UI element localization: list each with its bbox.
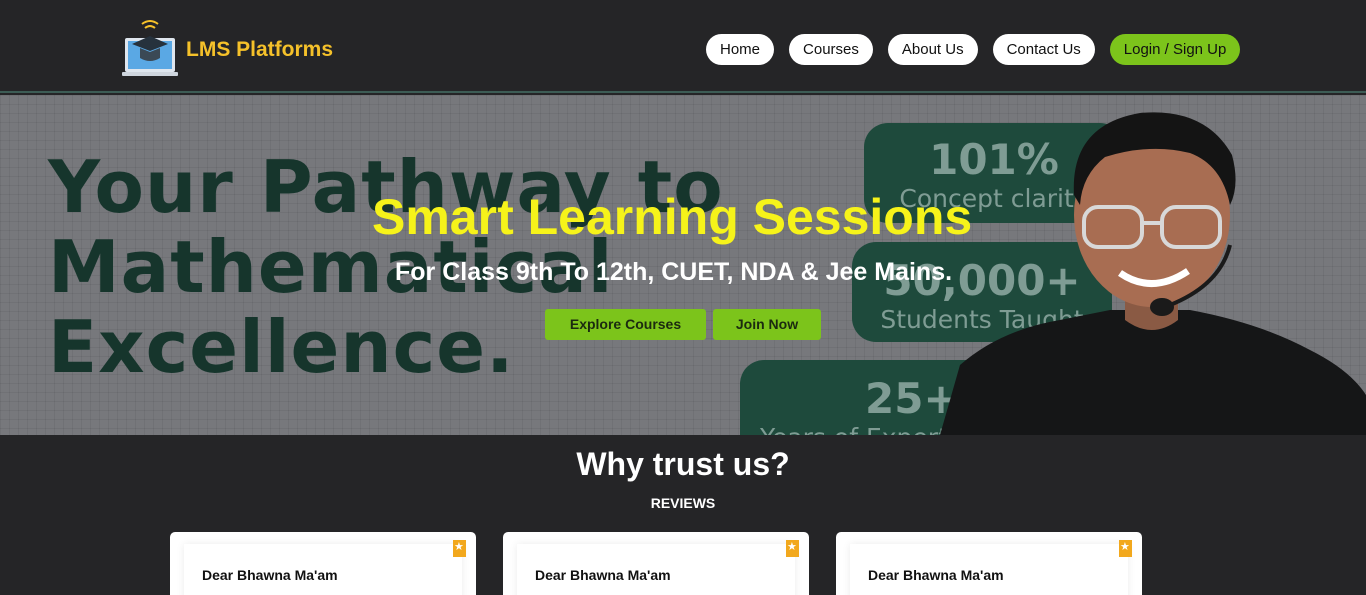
hero-banner: Your Pathway to Mathematical Excellence.… — [0, 95, 1366, 435]
laptop-graduation-cap-icon — [120, 18, 180, 78]
review-card: Dear Bhawna Ma'am — [836, 532, 1142, 595]
explore-courses-button[interactable]: Explore Courses — [545, 309, 706, 340]
nav-home-button[interactable]: Home — [706, 34, 775, 65]
brand-name: LMS Platforms — [186, 38, 334, 61]
nav-contact-button[interactable]: Contact Us — [992, 34, 1095, 65]
hero-actions: Explore Courses Join Now — [545, 309, 821, 340]
hero-subtitle: For Class 9th To 12th, CUET, NDA & Jee M… — [395, 258, 953, 286]
bookmark-star-icon — [1119, 540, 1132, 557]
reviews-label: REVIEWS — [650, 495, 716, 511]
join-now-button[interactable]: Join Now — [713, 309, 821, 340]
bookmark-star-icon — [786, 540, 799, 557]
instructor-photo — [940, 112, 1366, 435]
nav-courses-button[interactable]: Courses — [789, 34, 873, 65]
main-nav: Home Courses About Us Contact Us Login /… — [706, 34, 1241, 65]
hero-title: Smart Learning Sessions — [372, 189, 973, 245]
review-card: Dear Bhawna Ma'am — [503, 532, 809, 595]
nav-about-button[interactable]: About Us — [887, 34, 978, 65]
review-greeting: Dear Bhawna Ma'am — [535, 567, 671, 583]
bookmark-star-icon — [453, 540, 466, 557]
review-greeting: Dear Bhawna Ma'am — [202, 567, 338, 583]
login-signup-button[interactable]: Login / Sign Up — [1109, 34, 1241, 65]
review-greeting: Dear Bhawna Ma'am — [868, 567, 1004, 583]
review-card: Dear Bhawna Ma'am — [170, 532, 476, 595]
brand[interactable]: LMS Platforms — [120, 18, 333, 78]
site-header: LMS Platforms Home Courses About Us Cont… — [0, 0, 1366, 93]
section-title: Why trust us? — [576, 446, 790, 482]
